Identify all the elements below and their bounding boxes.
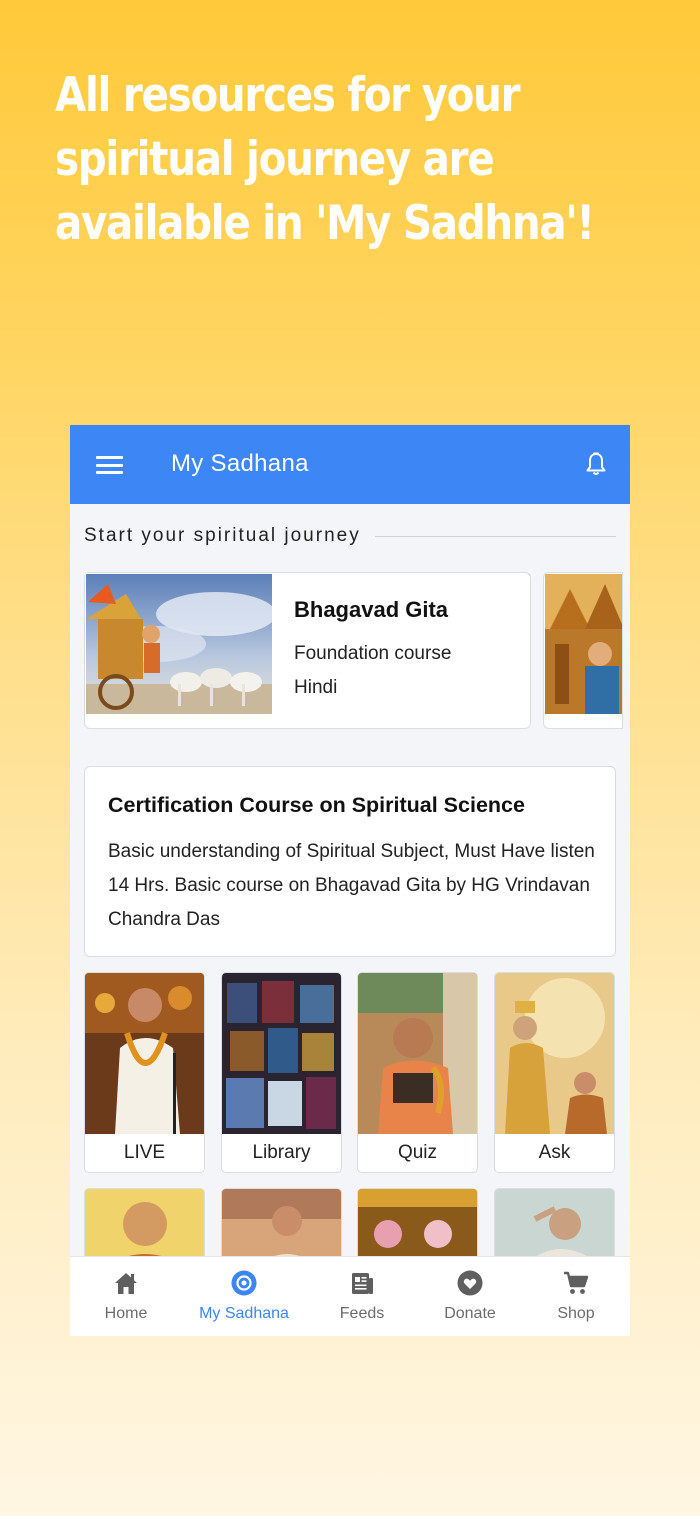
- target-circle-icon: [231, 1270, 257, 1296]
- nav-label: Feeds: [339, 1305, 385, 1322]
- course-language: Hindi: [294, 677, 338, 698]
- nav-my-sadhana[interactable]: My Sadhana: [188, 1257, 300, 1336]
- heart-circle-icon: [457, 1270, 483, 1296]
- newspaper-icon: [352, 1273, 373, 1294]
- tile-label: LIVE: [123, 1142, 166, 1163]
- course-title: Bhagavad Gita: [294, 597, 449, 622]
- nav-label: Shop: [557, 1305, 595, 1322]
- course-image-chariot: [86, 574, 272, 714]
- phone-screen: My Sadhana Start your spiritual journey: [70, 425, 630, 1336]
- course-image-temple: [545, 574, 622, 714]
- nav-label: Donate: [444, 1305, 496, 1322]
- tile-ask[interactable]: Ask: [494, 972, 615, 1173]
- bottom-navigation: Home My Sadhana Feeds Donate Shop: [70, 1256, 630, 1336]
- app-bar: My Sadhana: [70, 425, 630, 504]
- notification-bell-icon[interactable]: [584, 451, 608, 477]
- course-subtitle: Foundation course: [294, 643, 452, 664]
- course-card-bhagavad-gita[interactable]: Bhagavad Gita Foundation course Hindi: [84, 572, 531, 729]
- ask-image: [495, 973, 614, 1134]
- section-title: Start your spiritual journey: [84, 525, 361, 546]
- nav-label: Home: [104, 1305, 148, 1322]
- tile-label: Library: [252, 1142, 311, 1163]
- tile-quiz[interactable]: Quiz: [357, 972, 478, 1173]
- nav-shop[interactable]: Shop: [520, 1257, 630, 1336]
- certification-description: Basic understanding of Spiritual Subject…: [108, 841, 595, 930]
- app-bar-title: My Sadhana: [171, 450, 309, 477]
- library-image: [222, 973, 341, 1134]
- nav-label: My Sadhana: [199, 1305, 289, 1322]
- certification-title: Certification Course on Spiritual Scienc…: [108, 793, 525, 817]
- certification-card[interactable]: Certification Course on Spiritual Scienc…: [84, 766, 616, 957]
- live-image: [85, 973, 204, 1134]
- quiz-image: [358, 973, 477, 1134]
- section-divider: [374, 535, 616, 537]
- promo-headline: All resources for your spiritual journey…: [55, 68, 595, 251]
- nav-donate[interactable]: Donate: [414, 1257, 526, 1336]
- nav-home[interactable]: Home: [70, 1257, 182, 1336]
- hamburger-menu-icon[interactable]: [96, 456, 123, 474]
- tile-label: Ask: [538, 1142, 571, 1163]
- home-icon: [115, 1273, 137, 1294]
- tile-label: Quiz: [397, 1142, 438, 1163]
- nav-feeds[interactable]: Feeds: [306, 1257, 418, 1336]
- tile-library[interactable]: Library: [221, 972, 342, 1173]
- cart-icon: [564, 1271, 589, 1294]
- tile-live[interactable]: LIVE: [84, 972, 205, 1173]
- section-header: Start your spiritual journey: [84, 523, 616, 549]
- course-card-next[interactable]: [543, 572, 623, 729]
